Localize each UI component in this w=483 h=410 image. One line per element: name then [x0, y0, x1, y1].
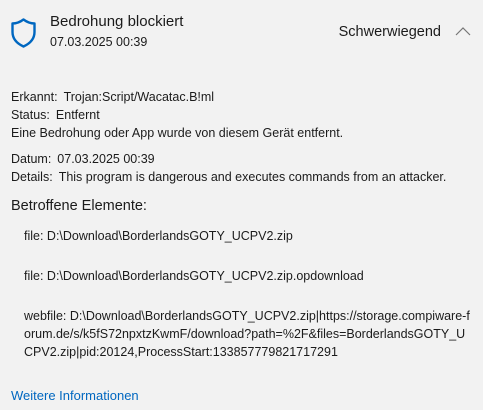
affected-item: file: D:\Download\BorderlandsGOTY_UCPV2.… — [24, 269, 364, 283]
date-row: Datum: 07.03.2025 00:39 — [11, 150, 473, 168]
affected-item: file: D:\Download\BorderlandsGOTY_UCPV2.… — [24, 229, 293, 243]
details-label: Details: — [11, 170, 53, 184]
threat-details: Erkannt: Trojan:Script/Wacatac.B!ml Statu… — [11, 88, 473, 361]
status-value: Entfernt — [55, 108, 100, 122]
severity-label: Schwerwiegend — [338, 24, 441, 40]
affected-items-title: Betroffene Elemente: — [11, 198, 147, 214]
date-label: Datum: — [11, 152, 52, 166]
more-info-link[interactable]: Weitere Informationen — [11, 387, 139, 405]
details-row: Details: This program is dangerous and ex… — [11, 168, 473, 186]
chevron-up-icon[interactable] — [455, 25, 471, 37]
status-description: Eine Bedrohung oder App wurde von diesem… — [11, 126, 344, 140]
threat-timestamp: 07.03.2025 00:39 — [50, 35, 148, 49]
status-row: Status: Entfernt — [11, 106, 473, 124]
status-label: Status: — [11, 108, 50, 122]
threat-header[interactable]: Bedrohung blockiert 07.03.2025 00:39 Sch… — [0, 0, 483, 58]
threat-title: Bedrohung blockiert — [50, 13, 184, 30]
detected-label: Erkannt: — [11, 90, 58, 104]
affected-items-list: file: D:\Download\BorderlandsGOTY_UCPV2.… — [11, 227, 473, 361]
detected-row: Erkannt: Trojan:Script/Wacatac.B!ml — [11, 88, 473, 106]
shield-icon — [11, 18, 36, 48]
details-value: This program is dangerous and executes c… — [58, 170, 447, 184]
date-value: 07.03.2025 00:39 — [57, 152, 155, 166]
affected-item: webfile: D:\Download\BorderlandsGOTY_UCP… — [24, 309, 470, 359]
threat-notification-card: Bedrohung blockiert 07.03.2025 00:39 Sch… — [0, 0, 483, 410]
detected-value: Trojan:Script/Wacatac.B!ml — [63, 90, 215, 104]
